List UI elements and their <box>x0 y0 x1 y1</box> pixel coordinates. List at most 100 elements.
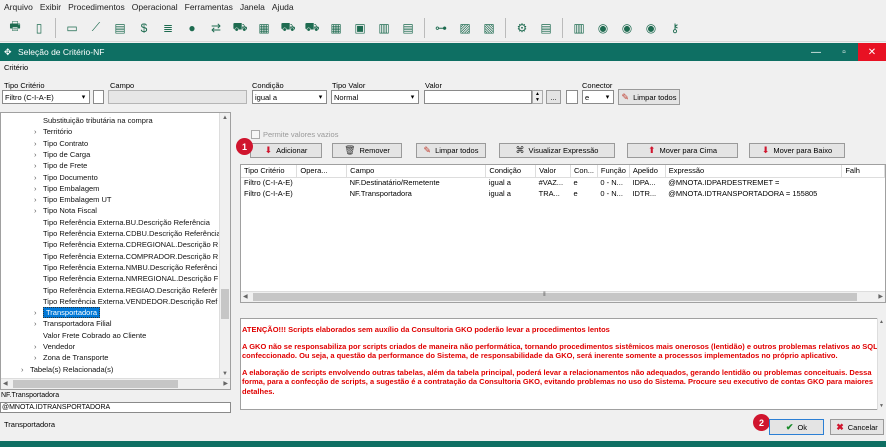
network-icon[interactable]: ⊶ <box>430 17 452 39</box>
field-tree[interactable]: Substituição tributária na compra › Territ… <box>0 112 231 390</box>
invoice-icon[interactable]: ▥ <box>373 17 395 39</box>
tree-item[interactable]: Tipo Referência Externa.REGIAO.Descrição… <box>34 285 217 296</box>
chevron-right-icon[interactable]: › <box>34 149 43 160</box>
paste-icon[interactable]: ▧ <box>478 17 500 39</box>
cancelar-button[interactable]: ✖ Cancelar <box>830 419 884 435</box>
scroll-down-icon[interactable]: ▼ <box>222 371 228 377</box>
minimize-button[interactable]: — <box>802 43 830 61</box>
users-icon[interactable]: ◉ <box>640 17 662 39</box>
chevron-right-icon[interactable]: › <box>34 194 43 205</box>
print-icon[interactable]: 🖶 <box>4 17 26 39</box>
sheet-icon[interactable]: ▤ <box>397 17 419 39</box>
tree-scroll-thumb[interactable] <box>221 289 229 319</box>
tree-item[interactable]: › Transportadora Filial <box>34 318 112 329</box>
grid-column-header[interactable]: Apelido <box>629 165 666 178</box>
conector-select[interactable]: e ▾ <box>582 90 614 104</box>
chart-icon[interactable]: ▨ <box>454 17 476 39</box>
remover-button[interactable]: 🗑 Remover <box>332 143 402 158</box>
calculator-icon[interactable]: ▦ <box>253 17 275 39</box>
tree-item[interactable]: Tipo Referência Externa.NMREGIONAL.Descr… <box>34 273 218 284</box>
tree-item[interactable]: › Tipo Contrato <box>34 138 88 149</box>
scroll-left-icon[interactable]: ◀ <box>243 293 248 300</box>
maximize-button[interactable]: ▫ <box>830 43 858 61</box>
scroll-up-icon[interactable]: ▲ <box>879 319 884 325</box>
chevron-down-icon[interactable]: ▾ <box>602 91 613 103</box>
tree-item[interactable]: Tipo Referência Externa.VENDEDOR.Descriç… <box>34 296 217 307</box>
browse-button[interactable]: ... <box>546 90 561 104</box>
limpar-todos-button[interactable]: ✎ Limpar todos <box>416 143 486 158</box>
coin-icon[interactable]: ● <box>181 17 203 39</box>
condicao-select[interactable]: igual a ▾ <box>252 90 327 104</box>
close-button[interactable]: ✕ <box>858 43 886 61</box>
chevron-right-icon[interactable]: › <box>34 183 43 194</box>
chevron-right-icon[interactable]: › <box>34 307 43 318</box>
grid-horizontal-scrollbar[interactable]: ◀ ⦀ ▶ <box>241 291 885 302</box>
chevron-down-icon[interactable]: ▾ <box>315 91 326 103</box>
grid-column-header[interactable]: Valor <box>535 165 571 178</box>
mover-baixo-button[interactable]: ⬇ Mover para Baixo <box>749 143 845 158</box>
tipo-criterio-field[interactable]: Filtro (C-I-A-E) ▾ <box>2 90 90 104</box>
limpar-todos-top-button[interactable]: ✎ Limpar todos <box>618 89 680 105</box>
valor-input[interactable] <box>424 90 532 104</box>
user-icon[interactable]: ◉ <box>592 17 614 39</box>
grid-column-header[interactable]: Tipo Critério <box>241 165 298 178</box>
warning-scrollbar[interactable]: ▲ ▼ <box>877 318 886 410</box>
ok-button[interactable]: ✔ Ok <box>769 419 824 435</box>
tree-item[interactable]: Tipo Referência Externa.NMBU.Descrição R… <box>34 262 217 273</box>
route-icon[interactable]: ⟋ <box>85 17 107 39</box>
key-user-icon[interactable]: ⚷ <box>664 17 686 39</box>
chevron-right-icon[interactable]: › <box>34 205 43 216</box>
grid-column-header[interactable]: Opera... <box>296 165 348 178</box>
table-row[interactable]: Filtro (C-I-A-E) NF.Destinatário/Remetent… <box>241 177 885 188</box>
menu-item-arquivo[interactable]: Arquivo <box>4 2 33 12</box>
table-row[interactable]: Filtro (C-I-A-E) NF.Transportadora igual a… <box>241 188 885 199</box>
conector-checkbox[interactable] <box>566 90 578 104</box>
tree-item-selected[interactable]: › Transportadora <box>34 307 100 319</box>
tree-item[interactable]: › Tipo Embalagem UT <box>34 194 112 205</box>
chevron-down-icon[interactable]: ▾ <box>78 91 89 103</box>
chevron-right-icon[interactable]: › <box>34 160 43 171</box>
money-icon[interactable]: $ <box>133 17 155 39</box>
scroll-right-icon[interactable]: ▶ <box>223 380 228 387</box>
valor-spinner[interactable]: ▲ ▼ <box>532 90 543 104</box>
table-icon[interactable]: ▦ <box>325 17 347 39</box>
chevron-down-icon[interactable]: ▾ <box>407 91 418 103</box>
tree-item[interactable]: Tipo Referência Externa.BU.Descrição Ref… <box>34 217 210 228</box>
report-icon[interactable]: ▤ <box>109 17 131 39</box>
tree-item[interactable]: › Tipo Embalagem <box>34 183 99 194</box>
scroll-left-icon[interactable]: ◀ <box>3 380 8 387</box>
criteria-grid[interactable]: Tipo Critério Opera... Campo Condição Valor C… <box>240 164 886 303</box>
scroll-right-icon[interactable]: ▶ <box>878 293 883 300</box>
grid-money-icon[interactable]: ▣ <box>349 17 371 39</box>
tree-item[interactable]: Tipo Referência Externa.CDREGIONAL.Descr… <box>34 239 218 250</box>
mover-cima-button[interactable]: ⬆ Mover para Cima <box>627 143 738 158</box>
transfer-icon[interactable]: ⇄ <box>205 17 227 39</box>
menu-item-operacional[interactable]: Operacional <box>132 2 178 12</box>
visualizar-expressao-button[interactable]: ⌘ Visualizar Expressão <box>499 143 615 158</box>
grid-column-header[interactable]: Falh <box>841 165 885 178</box>
chevron-right-icon[interactable]: › <box>34 172 43 183</box>
chevron-right-icon[interactable]: › <box>34 138 43 149</box>
chevron-right-icon[interactable]: › <box>21 364 30 375</box>
grid-column-header[interactable]: Campo <box>346 165 487 178</box>
building-icon[interactable]: ▥ <box>568 17 590 39</box>
tree-item[interactable]: Tipo Referência Externa.COMPRADOR.Descri… <box>34 251 218 262</box>
chevron-right-icon[interactable]: › <box>34 341 43 352</box>
scroll-up-icon[interactable]: ▲ <box>222 115 228 121</box>
grid-column-header[interactable]: Expressão <box>665 165 843 178</box>
menu-item-ajuda[interactable]: Ajuda <box>272 2 294 12</box>
tree-item[interactable]: Tipo Referência Externa.CDBU.Descrição R… <box>34 228 221 239</box>
grid-column-header[interactable]: Con... <box>570 165 598 178</box>
chevron-right-icon[interactable]: › <box>34 318 43 329</box>
chevron-right-icon[interactable]: › <box>34 352 43 363</box>
tree-item[interactable]: › Tipo Documento <box>34 172 98 183</box>
campo-select-box[interactable] <box>93 90 104 104</box>
truck-check-icon[interactable]: ⛟ <box>301 17 323 39</box>
permite-vazios-checkbox[interactable] <box>251 130 260 139</box>
truck-money-icon[interactable]: ⛟ <box>277 17 299 39</box>
scroll-down-icon[interactable]: ▼ <box>879 403 884 409</box>
tree-item[interactable]: › Tipo Nota Fiscal <box>34 205 97 216</box>
menu-item-exibir[interactable]: Exibir <box>40 2 61 12</box>
truck-icon[interactable]: ⛟ <box>229 17 251 39</box>
tree-item[interactable]: Valor Frete Cobrado ao Cliente <box>34 330 146 341</box>
